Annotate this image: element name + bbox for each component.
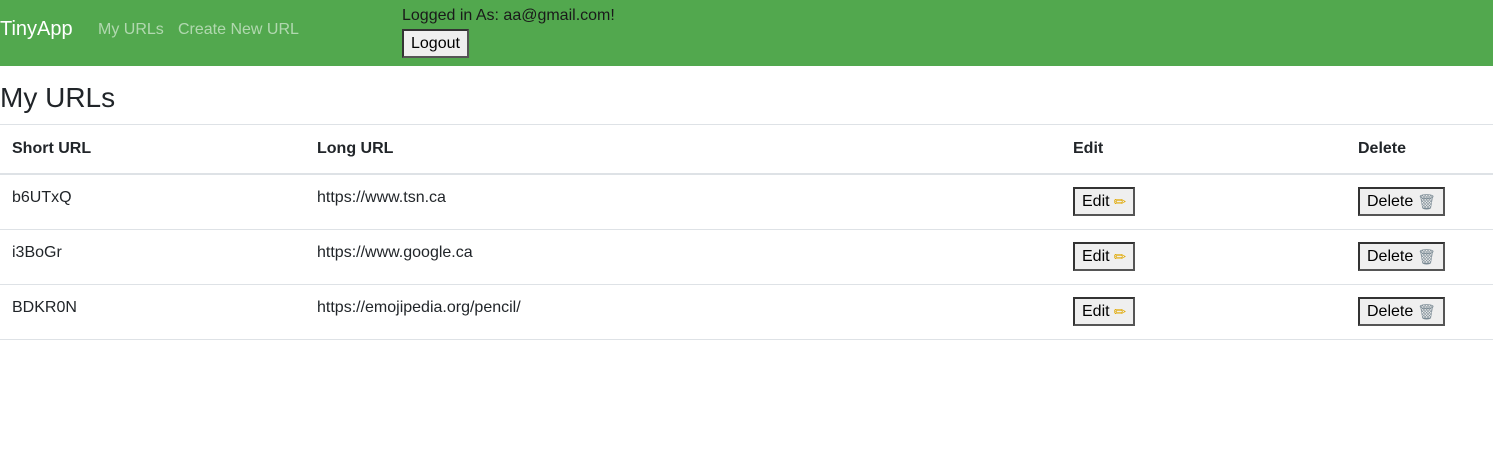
delete-button[interactable]: Delete 🗑 [1358, 242, 1446, 271]
nav-link-create-new-url[interactable]: Create New URL [178, 21, 299, 39]
delete-button[interactable]: Delete 🗑 [1358, 187, 1446, 216]
pencil-icon: ✏ [1113, 192, 1127, 211]
delete-button-label: Delete [1367, 302, 1414, 320]
table-row: i3BoGr https://www.google.ca Edit ✏ Dele… [0, 229, 1493, 285]
edit-button-label: Edit [1082, 302, 1110, 320]
pencil-icon: ✏ [1113, 302, 1127, 321]
brand-link[interactable]: TinyApp [0, 18, 73, 41]
nav-link-my-urls[interactable]: My URLs [98, 21, 164, 39]
header-delete: Delete [1346, 124, 1493, 175]
short-url-cell: i3BoGr [12, 244, 62, 261]
short-url-cell: BDKR0N [12, 299, 77, 316]
edit-button[interactable]: Edit ✏ [1073, 187, 1136, 216]
delete-button-label: Delete [1367, 192, 1414, 210]
logged-in-text: Logged in As: aa@gmail.com! [402, 7, 615, 24]
navbar: TinyApp My URLs Create New URL Logged in… [0, 0, 1493, 66]
header-short-url: Short URL [0, 124, 305, 175]
edit-button-label: Edit [1082, 247, 1110, 265]
edit-button-label: Edit [1082, 192, 1110, 210]
wastebasket-icon: 🗑 [1417, 192, 1437, 211]
table-row: BDKR0N https://emojipedia.org/pencil/ Ed… [0, 284, 1493, 340]
edit-button[interactable]: Edit ✏ [1073, 242, 1136, 271]
edit-button[interactable]: Edit ✏ [1073, 297, 1136, 326]
wastebasket-icon: 🗑 [1417, 247, 1437, 266]
delete-button-label: Delete [1367, 247, 1414, 265]
long-url-cell: https://www.google.ca [317, 244, 473, 261]
table-header-row: Short URL Long URL Edit Delete [0, 124, 1493, 175]
delete-button[interactable]: Delete 🗑 [1358, 297, 1446, 326]
page-title: My URLs [0, 82, 116, 113]
long-url-cell: https://emojipedia.org/pencil/ [317, 299, 521, 316]
table-row: b6UTxQ https://www.tsn.ca Edit ✏ Delete … [0, 174, 1493, 230]
short-url-cell: b6UTxQ [12, 189, 72, 206]
long-url-cell: https://www.tsn.ca [317, 189, 446, 206]
header-long-url: Long URL [305, 124, 1061, 175]
login-status: Logged in As: aa@gmail.com! Logout [402, 6, 615, 58]
pencil-icon: ✏ [1113, 247, 1127, 266]
logout-button[interactable]: Logout [402, 29, 469, 58]
wastebasket-icon: 🗑 [1417, 302, 1437, 321]
urls-table: Short URL Long URL Edit Delete b6UTxQ ht… [0, 124, 1493, 340]
header-edit: Edit [1061, 124, 1346, 175]
